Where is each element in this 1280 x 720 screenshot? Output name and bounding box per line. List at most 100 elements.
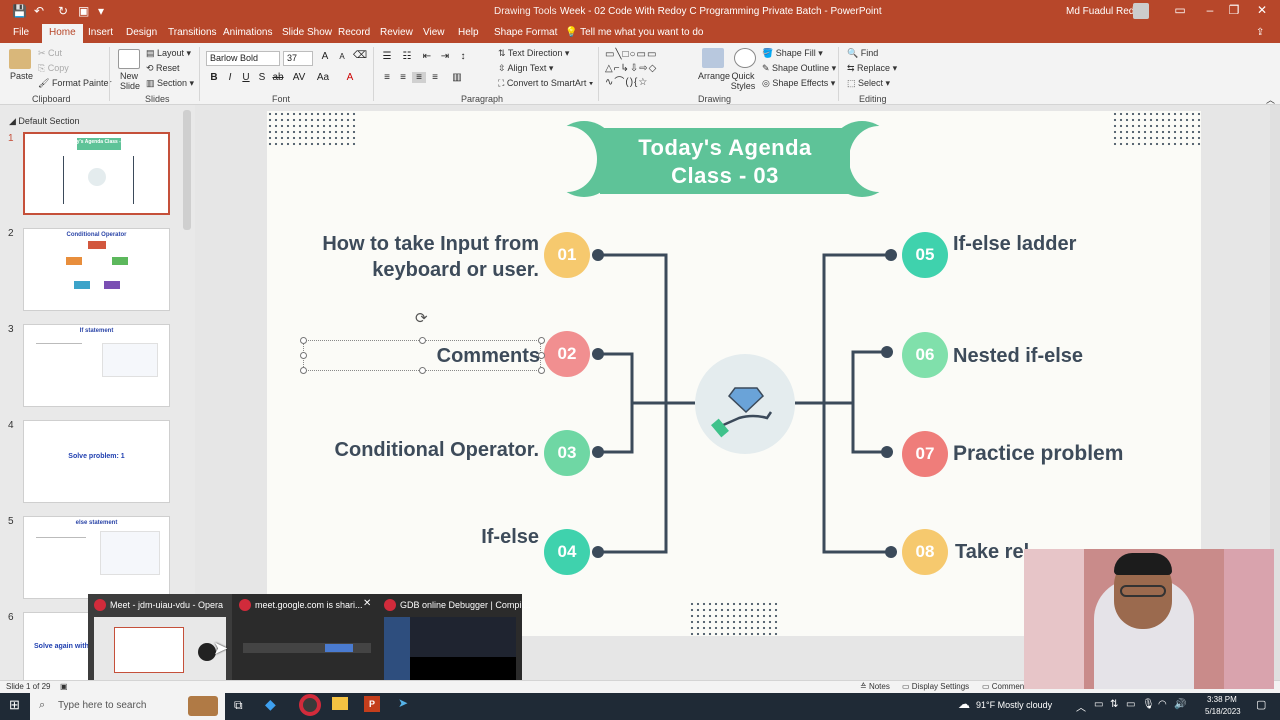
align-text-button[interactable]: ⇳ Align Text ▾ (498, 63, 553, 74)
mic-icon[interactable]: 🎙 (1142, 699, 1155, 710)
terminal-icon[interactable]: ➤ (398, 696, 408, 710)
tab-design[interactable]: Design (126, 27, 157, 38)
font-color-icon[interactable]: A (343, 72, 357, 83)
grow-font-icon[interactable]: A (318, 51, 332, 62)
reset-button[interactable]: ⟲ Reset (146, 63, 180, 74)
resize-handle[interactable] (538, 352, 545, 359)
text-direction-button[interactable]: ⇅ Text Direction ▾ (498, 48, 569, 59)
quick-styles-button[interactable]: Quick Styles (730, 71, 756, 91)
vscode-icon[interactable]: ◆ (265, 696, 276, 713)
new-slide-button[interactable]: New Slide (120, 71, 144, 91)
columns-icon[interactable]: ▥ (450, 72, 464, 83)
arrange-icon[interactable] (702, 48, 724, 68)
notes-button[interactable]: ≙ Notes (860, 682, 890, 691)
copy-button[interactable]: ⎘ Copy (38, 63, 69, 74)
shadow-button[interactable]: S (255, 72, 269, 83)
tab-review[interactable]: Review (380, 27, 413, 38)
section-button[interactable]: ▥ Section ▾ (146, 78, 194, 89)
tab-animations[interactable]: Animations (223, 27, 272, 38)
resize-handle[interactable] (419, 337, 426, 344)
notification-icon[interactable]: ▢ (1256, 698, 1266, 711)
italic-button[interactable]: I (223, 72, 237, 83)
resize-handle[interactable] (300, 367, 307, 374)
save-icon[interactable]: 💾 (12, 4, 27, 18)
weather-text[interactable]: 91°F Mostly cloudy (976, 700, 1052, 710)
taskbar-search[interactable]: ⌕ Type here to search (30, 693, 225, 720)
preview-gdb-debugger[interactable]: GDB online Debugger | Compil... (378, 594, 531, 690)
rotate-handle-icon[interactable]: ⟳ (415, 309, 428, 327)
undo-icon[interactable]: ↶ (34, 4, 44, 18)
align-center-icon[interactable]: ≡ (396, 72, 410, 83)
close-icon[interactable]: ✕ (1252, 3, 1272, 17)
resize-handle[interactable] (300, 337, 307, 344)
find-button[interactable]: 🔍 Find (847, 48, 878, 59)
ribbon-display-icon[interactable]: ▭ (1170, 3, 1190, 17)
strikethrough-button[interactable]: ab (271, 72, 285, 83)
avatar[interactable] (1133, 3, 1149, 19)
maximize-icon[interactable]: ❐ (1224, 3, 1244, 17)
tab-shape-format[interactable]: Shape Format (494, 27, 557, 38)
paste-button[interactable]: Paste (10, 71, 33, 81)
format-painter-button[interactable]: 🖌 Format Painter (38, 78, 111, 89)
tab-view[interactable]: View (423, 27, 445, 38)
thumbnail-slide-2[interactable]: Conditional Operator (23, 228, 170, 311)
shape-fill-button[interactable]: 🪣 Shape Fill ▾ (762, 48, 823, 59)
thumbnail-scrollbar[interactable] (183, 110, 191, 230)
underline-button[interactable]: U (239, 72, 253, 83)
minimize-icon[interactable]: – (1200, 3, 1220, 17)
shape-effects-button[interactable]: ◎ Shape Effects ▾ (762, 78, 835, 89)
powerpoint-icon[interactable]: P (364, 696, 380, 712)
select-button[interactable]: ⬚ Select ▾ (847, 78, 890, 89)
spellcheck-icon[interactable]: ▣ (60, 682, 68, 691)
shapes-gallery[interactable]: ▭╲□○▭▭ △⌐↳⇩⇨◇ ∿⌒(){☆ (605, 48, 693, 90)
redo-icon[interactable]: ↻ (58, 4, 68, 18)
section-header[interactable]: ◢ Default Section (9, 116, 79, 127)
resize-handle[interactable] (538, 337, 545, 344)
bullets-icon[interactable]: ☰ (380, 51, 394, 62)
align-right-icon[interactable]: ≡ (412, 72, 426, 83)
tab-home[interactable]: Home (42, 24, 83, 43)
display-settings-button[interactable]: ▭ Display Settings (902, 682, 969, 691)
shape-outline-button[interactable]: ✎ Shape Outline ▾ (762, 63, 836, 74)
show-hidden-icons[interactable]: ︿ (1076, 699, 1086, 714)
battery-icon[interactable]: ▭ (1094, 699, 1103, 710)
layout-button[interactable]: ▤ Layout ▾ (146, 48, 191, 59)
resize-handle[interactable] (419, 367, 426, 374)
line-spacing-icon[interactable]: ↕ (456, 51, 470, 62)
keyboard-icon[interactable]: ▭ (1126, 699, 1135, 710)
thumbnail-slide-5[interactable]: else statement (23, 516, 170, 599)
tab-transitions[interactable]: Transitions (168, 27, 217, 38)
new-slide-icon[interactable] (118, 49, 140, 69)
volume-icon[interactable]: 🔊 (1174, 699, 1186, 710)
align-left-icon[interactable]: ≡ (380, 72, 394, 83)
tab-help[interactable]: Help (458, 27, 479, 38)
present-icon[interactable]: ▣ (78, 4, 89, 18)
resize-handle[interactable] (300, 352, 307, 359)
increase-indent-icon[interactable]: ⇥ (438, 51, 452, 62)
bold-button[interactable]: B (207, 72, 221, 83)
smartart-button[interactable]: ⛶ Convert to SmartArt ▾ (498, 78, 593, 89)
decrease-indent-icon[interactable]: ⇤ (420, 51, 434, 62)
windows-start-icon[interactable]: ⊞ (9, 697, 20, 713)
justify-icon[interactable]: ≡ (428, 72, 442, 83)
shrink-font-icon[interactable]: A (335, 52, 349, 61)
tab-insert[interactable]: Insert (88, 27, 113, 38)
change-case-button[interactable]: Aa (316, 72, 330, 83)
task-view-icon[interactable]: ⧉ (234, 698, 243, 713)
network-icon[interactable]: ⇅ (1110, 699, 1118, 710)
thumbnail-slide-3[interactable]: If statement (23, 324, 170, 407)
paste-icon[interactable] (9, 49, 31, 69)
tell-me-search[interactable]: 💡 Tell me what you want to do (565, 27, 703, 38)
clock-time[interactable]: 3:38 PM (1207, 695, 1237, 704)
replace-button[interactable]: ⇆ Replace ▾ (847, 63, 897, 74)
numbering-icon[interactable]: ☷ (400, 51, 414, 62)
quick-styles-icon[interactable] (734, 48, 756, 68)
cut-button[interactable]: ✂ Cut (38, 48, 62, 59)
thumbnail-slide-4[interactable]: Solve problem: 1 (23, 420, 170, 503)
close-preview-icon[interactable]: ✕ (363, 598, 371, 609)
file-explorer-icon[interactable] (332, 697, 348, 710)
tab-file[interactable]: File (13, 27, 29, 38)
thumbnail-slide-1[interactable]: Today's Agenda Class - 03 (23, 132, 170, 215)
share-icon[interactable]: ⇪ (1256, 27, 1264, 38)
wifi-icon[interactable]: ◠ (1158, 699, 1167, 710)
